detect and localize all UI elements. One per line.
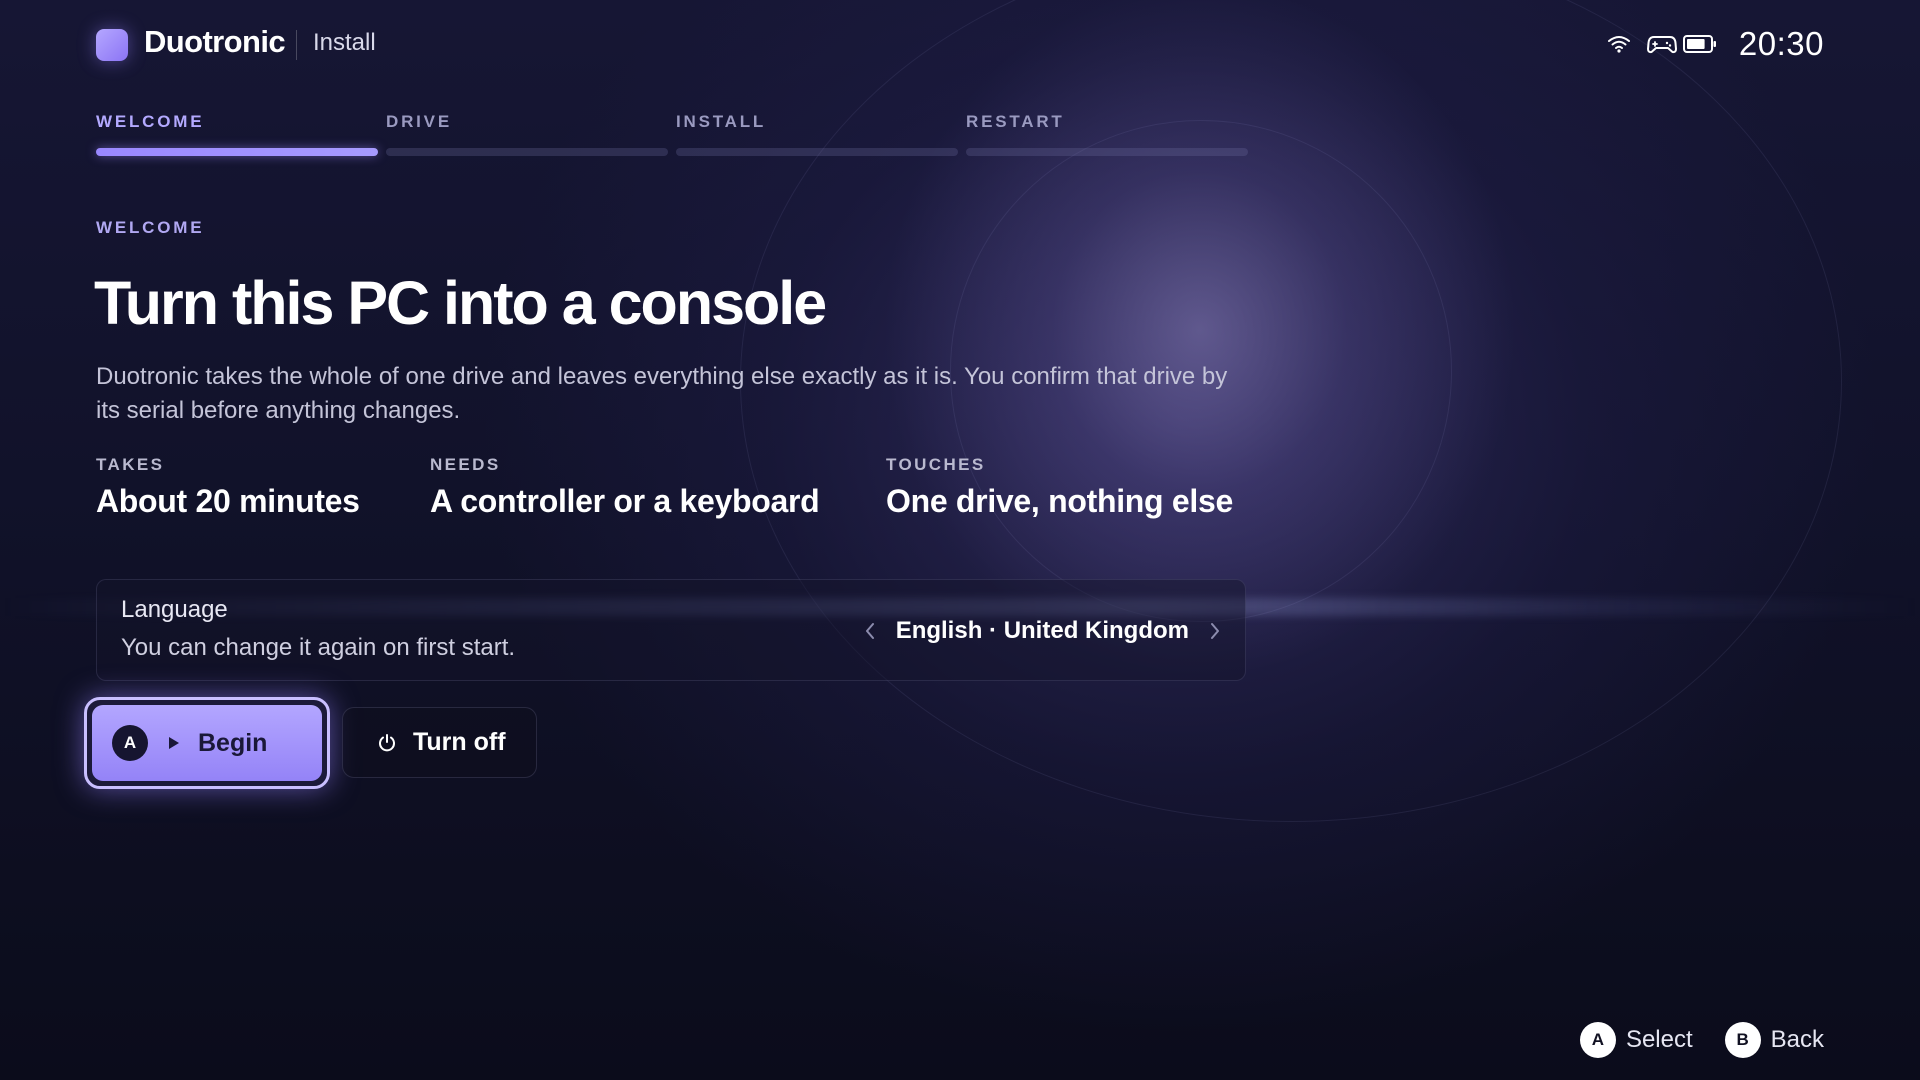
fact-label: TAKES — [96, 455, 165, 474]
fact-touches: TOUCHES One drive, nothing else — [886, 455, 1233, 520]
eyebrow: WELCOME — [96, 218, 205, 237]
fact-value: One drive, nothing else — [886, 483, 1233, 519]
page-description: Duotronic takes the whole of one drive a… — [96, 363, 1228, 424]
fact-label: TOUCHES — [886, 455, 986, 474]
play-icon — [168, 736, 180, 750]
turn-off-label: Turn off — [413, 728, 506, 756]
step-welcome: WELCOME — [96, 112, 378, 156]
installer-screen: Duotronic Install 20:30 WELCOME DRIVE IN… — [0, 0, 1920, 1080]
controller-hints: A Select B Back — [1579, 1022, 1824, 1058]
a-button-glyph: A — [1579, 1022, 1616, 1058]
turn-off-button[interactable]: Turn off — [342, 707, 537, 778]
step-label: DRIVE — [386, 112, 452, 131]
step-bar — [386, 148, 668, 156]
fact-needs: NEEDS A controller or a keyboard — [430, 455, 820, 520]
begin-label: Begin — [198, 728, 268, 757]
language-subtitle: You can change it again on first start. — [121, 634, 516, 661]
chevron-left-icon[interactable] — [864, 621, 876, 641]
fact-value: A controller or a keyboard — [430, 483, 820, 519]
clock: 20:30 — [1738, 25, 1824, 62]
step-progress: WELCOME DRIVE INSTALL RESTART — [96, 112, 1248, 156]
power-icon — [377, 733, 397, 753]
hint-label: Back — [1770, 1026, 1824, 1053]
step-restart: RESTART — [966, 112, 1248, 156]
step-bar — [96, 148, 378, 156]
step-label: INSTALL — [676, 112, 767, 131]
brand-name: Duotronic — [144, 24, 286, 59]
page-title: Turn this PC into a console — [94, 269, 827, 337]
language-setting[interactable]: Language You can change it again on firs… — [96, 579, 1246, 681]
language-picker[interactable]: English · United Kingdom — [864, 614, 1221, 648]
step-bar — [676, 148, 958, 156]
hint-back: B Back — [1724, 1022, 1824, 1058]
chevron-right-icon[interactable] — [1209, 621, 1221, 641]
fact-list: TAKES About 20 minutes NEEDS A controlle… — [96, 455, 1256, 535]
step-label: WELCOME — [96, 112, 205, 131]
hint-select: A Select — [1579, 1022, 1693, 1058]
battery-icon — [1682, 34, 1717, 54]
section-title: Install — [313, 29, 376, 56]
brand-logo — [96, 29, 128, 61]
begin-button-face[interactable]: A Begin — [92, 705, 322, 781]
step-install: INSTALL — [676, 112, 958, 156]
fact-value: About 20 minutes — [96, 483, 360, 519]
b-button-glyph: B — [1724, 1022, 1761, 1058]
status-bar: 20:30 — [1607, 22, 1824, 66]
step-bar — [966, 148, 1248, 156]
language-title: Language — [121, 596, 228, 623]
fact-label: NEEDS — [430, 455, 501, 474]
brand-divider — [296, 30, 297, 60]
step-drive: DRIVE — [386, 112, 668, 156]
language-value: English · United Kingdom — [895, 617, 1189, 644]
wifi-icon — [1607, 34, 1631, 54]
fact-takes: TAKES About 20 minutes — [96, 455, 360, 520]
begin-button[interactable]: A Begin — [84, 697, 330, 789]
hint-label: Select — [1625, 1026, 1693, 1053]
a-button-glyph: A — [112, 725, 148, 761]
step-label: RESTART — [966, 112, 1065, 131]
gamepad-icon — [1646, 34, 1677, 54]
